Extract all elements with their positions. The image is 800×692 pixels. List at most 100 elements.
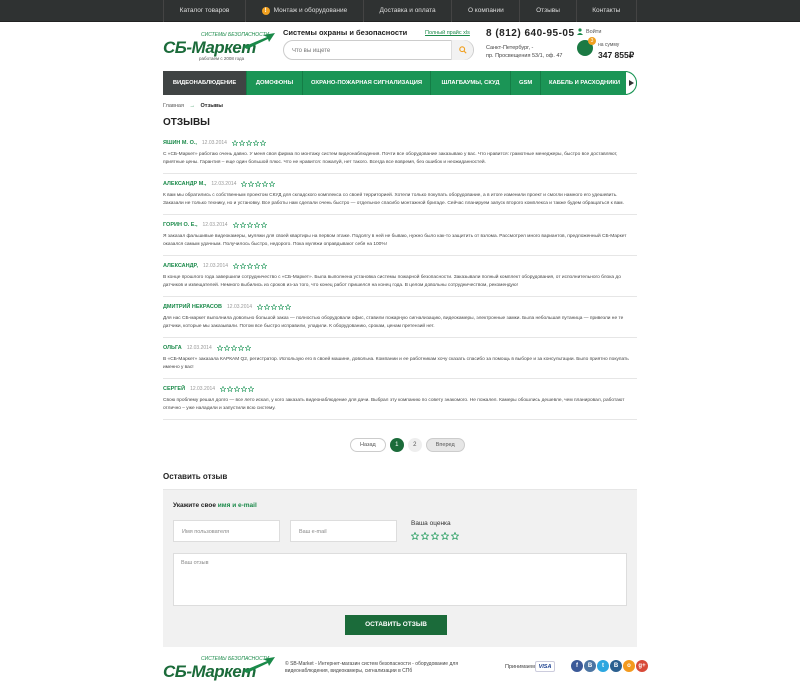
odnoklassniki-icon[interactable]: о	[623, 660, 635, 672]
nav-fire-alarm[interactable]: ОХРАНО-ПОЖАРНАЯ СИГНАЛИЗАЦИЯ	[303, 71, 431, 95]
nav-barriers[interactable]: ШЛАГБАУМЫ, СКУД	[431, 71, 511, 95]
star-icon	[241, 385, 248, 392]
nav-gsm[interactable]: GSM	[511, 71, 541, 95]
star-icon	[220, 385, 227, 392]
star-icon	[271, 303, 278, 310]
phone-number[interactable]: 8 (812) 640-95-05	[486, 28, 575, 39]
footer-logo[interactable]: СИСТЕМЫ БЕЗОПАСНОСТИ СБ-Маркет	[163, 656, 275, 684]
address: Санкт-Петербург, - пр. Просвещения 53/1,…	[486, 45, 563, 59]
star-icon	[261, 262, 268, 269]
review-author: АЛЕКСАНДР,	[163, 262, 198, 269]
logo[interactable]: СИСТЕМЫ БЕЗОПАСНОСТИ СБ-Маркет работаем …	[163, 32, 275, 61]
review-rating	[241, 180, 276, 187]
review-author: ЯШИН М. О.,	[163, 139, 197, 146]
topnav-reviews[interactable]: Отзывы	[519, 0, 575, 22]
search-icon	[458, 46, 467, 54]
header: СИСТЕМЫ БЕЗОПАСНОСТИ СБ-Маркет работаем …	[163, 28, 637, 68]
star-icon	[234, 385, 241, 392]
rating-star-icon[interactable]	[451, 532, 459, 540]
star-icon	[230, 344, 237, 351]
rating-star-icon[interactable]	[431, 532, 439, 540]
rating-input[interactable]	[411, 532, 459, 540]
search-input[interactable]	[292, 44, 452, 57]
cart-count-badge: 3	[588, 37, 596, 45]
review-date: 12.03.2014	[203, 262, 229, 269]
star-icon	[216, 344, 223, 351]
star-icon	[248, 385, 255, 392]
review-text: К вам мы обратились с собственным проект…	[163, 193, 624, 206]
star-icon	[239, 221, 246, 228]
star-icon	[232, 221, 239, 228]
prev-page-button[interactable]: Назад	[350, 437, 386, 452]
visa-icon: VISA	[535, 661, 555, 672]
review-form: Укажите свое имя и e-mail Имя пользовате…	[163, 489, 637, 647]
warning-icon: !	[261, 7, 270, 15]
pagination: Назад 1 2 Вперед	[350, 437, 465, 452]
page-1[interactable]: 1	[389, 437, 404, 452]
login-link[interactable]: Войти	[577, 28, 601, 35]
review-text: Я заказал фальшивые видеокамеры, муляжи …	[163, 234, 627, 247]
chevron-right-icon	[628, 80, 634, 86]
review-header: АЛЕКСАНДР, 12.03.2014	[163, 261, 637, 270]
star-icon	[240, 262, 247, 269]
star-icon	[259, 139, 266, 146]
rating-star-icon[interactable]	[411, 532, 419, 540]
breadcrumb-home[interactable]: Главная	[163, 103, 184, 109]
page-2[interactable]: 2	[407, 437, 422, 452]
review-date: 12.03.2014	[190, 385, 216, 392]
nav-video[interactable]: ВИДЕОНАБЛЮДЕНИЕ	[163, 71, 247, 95]
star-icon	[227, 385, 234, 392]
review-rating	[216, 344, 251, 351]
price-list-link[interactable]: Полный прайс xls	[425, 30, 470, 36]
review-rating	[231, 139, 266, 146]
review-date: 12.03.2014	[186, 344, 212, 351]
star-icon	[223, 344, 230, 351]
star-icon	[255, 180, 262, 187]
rating-star-icon[interactable]	[421, 532, 429, 540]
review-rating	[257, 303, 292, 310]
submit-review-button[interactable]: ОСТАВИТЬ ОТЗЫВ	[345, 615, 447, 635]
nav-scroll-button[interactable]	[625, 71, 637, 95]
rating-star-icon[interactable]	[441, 532, 449, 540]
star-icon	[254, 262, 261, 269]
nav-cable[interactable]: КАБЕЛЬ И РАСХОДНИКИ	[541, 71, 627, 95]
review-textarea[interactable]: Ваш отзыв	[173, 553, 627, 606]
review-text: В «СБ-Маркет» заказала КАРКАМ Q2, регист…	[163, 357, 629, 370]
review-date: 12.03.2014	[201, 139, 227, 146]
topnav-delivery[interactable]: Доставка и оплата	[362, 0, 451, 22]
star-icon	[231, 139, 238, 146]
nav-intercom[interactable]: ДОМОФОНЫ	[247, 71, 303, 95]
livejournal-icon[interactable]: B	[610, 660, 622, 672]
topnav-about[interactable]: О компании	[451, 0, 519, 22]
breadcrumb: Главная → Отзывы	[163, 103, 223, 109]
vk-icon[interactable]: В	[584, 660, 596, 672]
star-icon	[285, 303, 292, 310]
copyright: © SB-Market - Интернет-магазин систем бе…	[285, 661, 459, 674]
review-header: СЕРГЕЙ 12.03.2014	[163, 384, 637, 393]
search-box	[283, 40, 474, 60]
review-header: ДМИТРИЙ НЕКРАСОВ 12.03.2014	[163, 302, 637, 311]
star-icon	[252, 139, 259, 146]
next-page-button[interactable]: Вперед	[425, 437, 465, 452]
search-button[interactable]	[451, 40, 473, 60]
star-icon	[269, 180, 276, 187]
star-icon	[245, 139, 252, 146]
username-field[interactable]: Имя пользователя	[173, 520, 280, 542]
facebook-icon[interactable]: f	[571, 660, 583, 672]
review-author: АЛЕКСАНДР М.,	[163, 180, 207, 187]
review-item: АЛЕКСАНДР, 12.03.2014 В конце прошлого год…	[163, 256, 637, 297]
review-item: АЛЕКСАНДР М., 12.03.2014 К вам мы обратили…	[163, 174, 637, 215]
topnav-install[interactable]: ! Монтаж и оборудование	[244, 0, 363, 22]
review-item: ГОРИН О. Е., 12.03.2014 Я заказал фальшивы…	[163, 215, 637, 256]
user-icon	[577, 28, 583, 35]
star-icon	[237, 344, 244, 351]
star-icon	[257, 303, 264, 310]
googleplus-icon[interactable]: g+	[636, 660, 648, 672]
cart[interactable]: 3 на сумму 347 855₽	[577, 37, 637, 62]
review-date: 12.03.2014	[227, 303, 253, 310]
payment-label: Принимаем:	[505, 664, 537, 670]
email-field[interactable]: Ваш e-mail	[290, 520, 397, 542]
topnav-contacts[interactable]: Контакты	[575, 0, 638, 22]
topnav-catalog[interactable]: Каталог товаров	[163, 0, 245, 22]
twitter-icon[interactable]: t	[597, 660, 609, 672]
